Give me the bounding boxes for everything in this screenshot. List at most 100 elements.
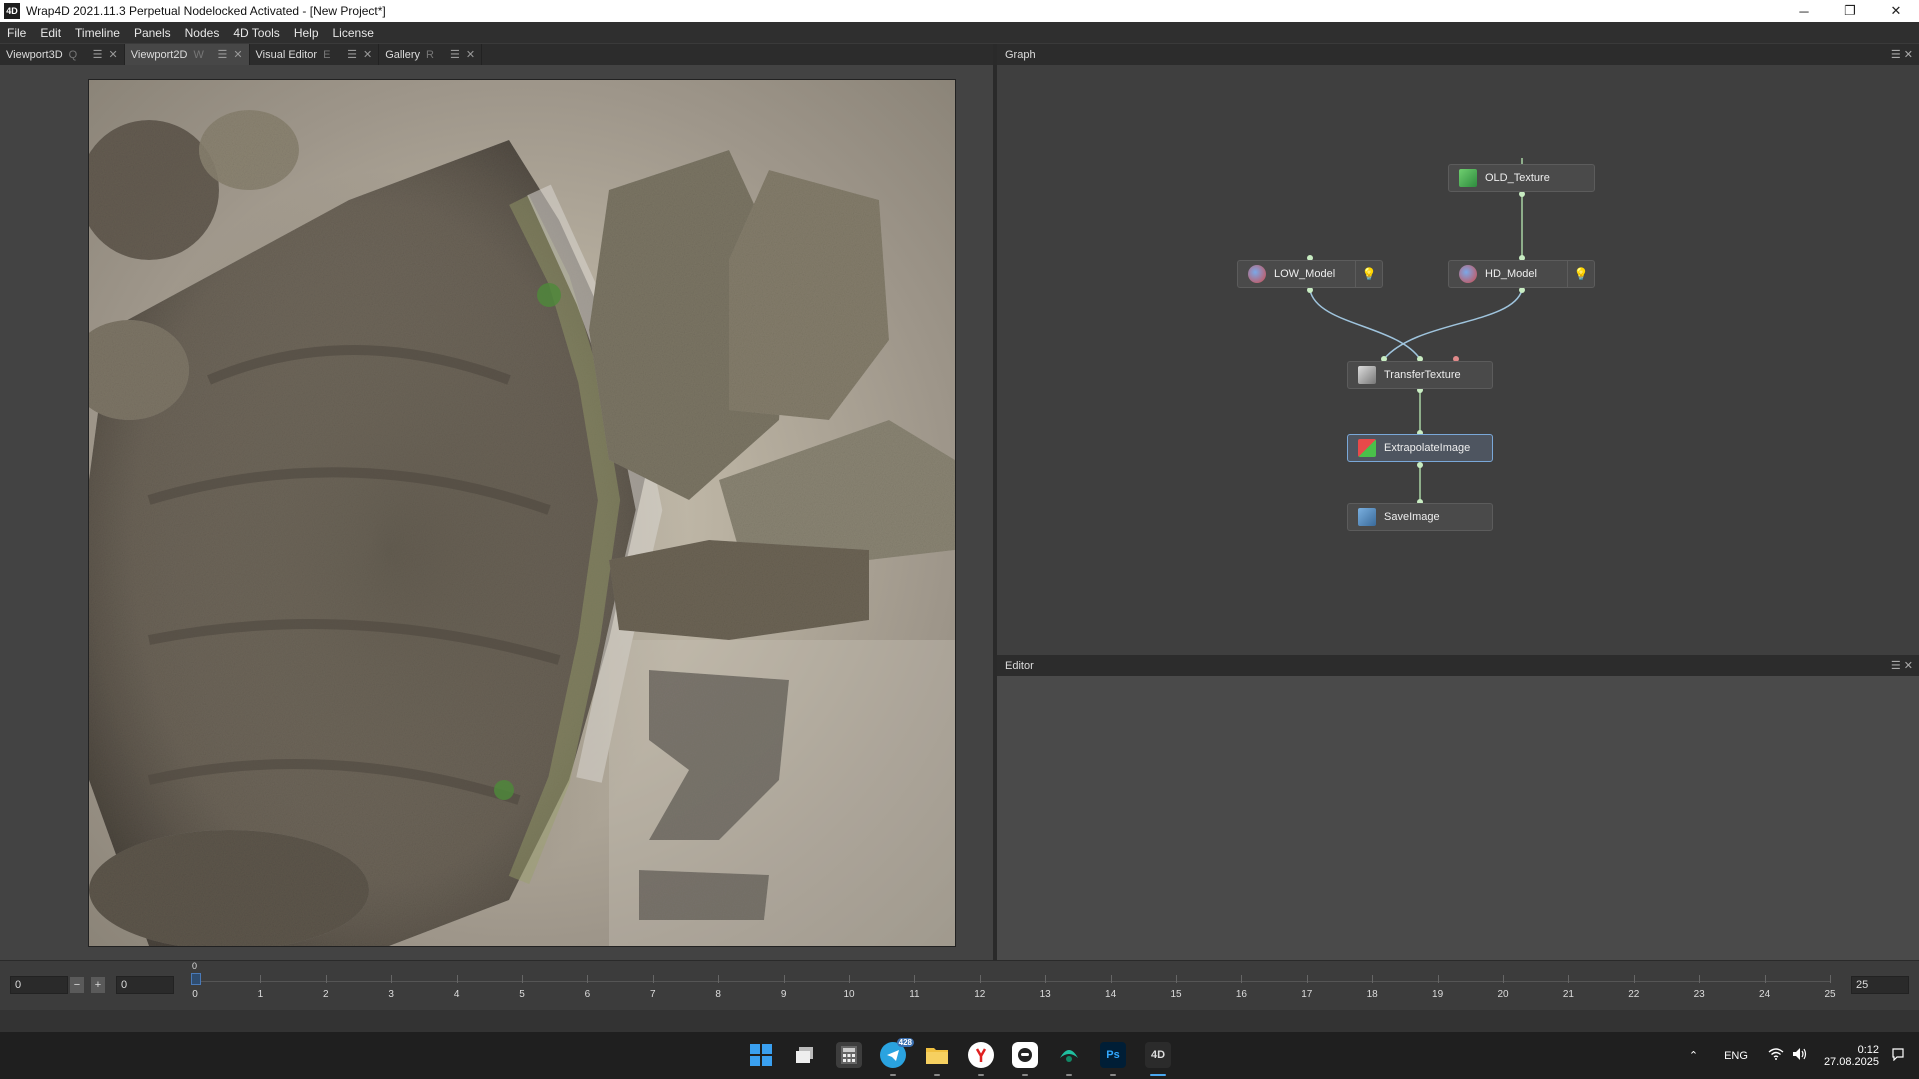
minimize-button[interactable]: ─ [1781,0,1827,22]
task-view-icon[interactable] [792,1042,818,1068]
timeline-end-input[interactable]: 25 [1851,976,1909,994]
timeline-start-input[interactable]: 0 [10,976,68,994]
tab-menu-icon[interactable]: ☰ [450,48,460,61]
texture-image[interactable] [88,79,956,947]
node-label: ExtrapolateImage [1384,442,1471,454]
timeline-tick [979,975,981,983]
timeline-tick [1830,975,1831,983]
system-tray: ⌃ ENG 0:12 27.08.2025 [1689,1032,1919,1079]
timeline-tick [849,975,850,983]
edge-low-model-transfer [1309,289,1421,360]
tab-close-icon[interactable]: ✕ [466,48,475,61]
tab-visual-editor[interactable]: Visual Editor E ☰ ✕ [250,44,380,65]
timeline-tick-label: 5 [519,989,525,1000]
timeline-tick [914,975,916,983]
wrap-icon[interactable] [1056,1042,1082,1068]
messenger-icon[interactable] [1012,1042,1038,1068]
node-low-model[interactable]: LOW_Model 💡 [1237,260,1383,288]
close-button[interactable]: ✕ [1873,0,1919,22]
calculator-icon[interactable] [836,1042,862,1068]
timeline-tick-label: 17 [1301,989,1313,1000]
start-icon[interactable] [748,1042,774,1068]
tab-menu-icon[interactable]: ☰ [347,48,357,61]
wrap4d-icon[interactable]: 4D [1145,1042,1171,1068]
timeline-tick [1633,975,1635,983]
playhead-marker[interactable] [191,973,201,985]
extrapolate-icon [1358,439,1376,457]
increment-button[interactable]: + [91,977,105,993]
timeline-tick-label: 23 [1693,989,1705,1000]
volume-icon[interactable] [1792,1047,1808,1064]
timeline-tick-label: 22 [1628,989,1640,1000]
menu-panels[interactable]: Panels [127,26,178,40]
visibility-bulb-icon[interactable]: 💡 [1355,261,1382,287]
decrement-button[interactable]: − [70,977,84,993]
timeline-tick [1045,975,1047,983]
wifi-icon[interactable] [1768,1048,1784,1063]
node-old-texture[interactable]: OLD_Texture [1448,164,1595,192]
timeline-tick [325,975,327,983]
file-explorer-icon[interactable] [924,1042,950,1068]
menu-file[interactable]: File [0,26,33,40]
menu-edit[interactable]: Edit [33,26,68,40]
timeline-tick [718,975,720,983]
timeline-tick [456,975,458,983]
tab-shortcut: W [193,48,204,61]
yandex-browser-icon[interactable] [968,1042,994,1068]
tab-close-icon[interactable]: ✕ [233,48,242,61]
editor-panel[interactable] [997,676,1919,960]
tab-viewport3d[interactable]: Viewport3D Q ☰ ✕ [0,44,125,65]
viewport-tab-bar: Viewport3D Q ☰ ✕ Viewport2D W ☰ ✕ Visual… [0,44,993,65]
node-label: TransferTexture [1384,369,1461,381]
restore-button[interactable]: ❐ [1827,0,1873,22]
language-indicator[interactable]: ENG [1724,1050,1748,1062]
menu-license[interactable]: License [326,26,381,40]
visibility-bulb-icon[interactable]: 💡 [1567,261,1594,287]
timeline-ruler[interactable]: 0 1 2 3 4 5 6 7 8 9 10 11 12 13 14 15 16 17 18 19 20 21 22 23 24… [191,961,1836,1005]
tab-label: Viewport3D [6,48,63,61]
title-bar: 4D Wrap4D 2021.11.3 Perpetual Nodelocked… [0,0,1919,22]
timeline-tick [1568,975,1570,983]
tab-close-icon[interactable]: ✕ [109,48,118,61]
running-indicator [934,1074,940,1076]
node-graph[interactable]: OLD_Texture LOW_Model 💡 HD_Model 💡 Trans… [997,65,1919,655]
node-label: HD_Model [1485,268,1537,280]
menu-4d-tools[interactable]: 4D Tools [226,26,286,40]
tab-viewport2d[interactable]: Viewport2D W ☰ ✕ [124,44,250,65]
tab-shortcut: Q [68,48,78,61]
telegram-icon[interactable]: 428 [880,1038,914,1068]
tab-close-icon[interactable]: ✕ [363,48,372,61]
running-indicator [1022,1074,1028,1076]
image-icon [1459,169,1477,187]
tab-menu-icon[interactable]: ☰ [93,48,103,61]
timeline-tick [1699,975,1701,983]
timeline-tick [1176,975,1177,983]
photoshop-icon[interactable]: Ps [1100,1042,1126,1068]
timeline-tick [1503,975,1504,983]
notification-center-icon[interactable] [1891,1047,1905,1064]
tab-menu-icon[interactable]: ☰ [217,48,227,61]
timeline-tick-label: 8 [715,989,721,1000]
tab-label: Visual Editor [255,48,318,61]
panel-controls-icon[interactable]: ☰ ✕ [1891,659,1913,672]
menu-help[interactable]: Help [287,26,326,40]
tab-gallery[interactable]: Gallery R ☰ ✕ [379,44,483,65]
clock-date[interactable]: 27.08.2025 [1824,1056,1879,1068]
timeline-current-frame-input[interactable]: 0 [116,976,174,994]
node-save-image[interactable]: SaveImage [1347,503,1493,531]
tray-overflow-icon[interactable]: ⌃ [1689,1049,1698,1062]
graph-title: Graph [1005,48,1036,61]
menu-timeline[interactable]: Timeline [68,26,127,40]
node-hd-model[interactable]: HD_Model 💡 [1448,260,1595,288]
node-extrapolate-image[interactable]: ExtrapolateImage [1347,434,1493,462]
menu-nodes[interactable]: Nodes [178,26,227,40]
timeline-tick [1241,975,1243,983]
notification-badge: 428 [896,1038,914,1047]
timeline-tick-label: 13 [1039,989,1051,1000]
timeline-tick [1764,975,1766,983]
clock-time[interactable]: 0:12 [1858,1044,1879,1056]
viewport-2d[interactable] [0,65,993,960]
timeline-tick-label: 24 [1759,989,1771,1000]
node-transfer-texture[interactable]: TransferTexture [1347,361,1493,389]
panel-controls-icon[interactable]: ☰ ✕ [1891,48,1913,61]
